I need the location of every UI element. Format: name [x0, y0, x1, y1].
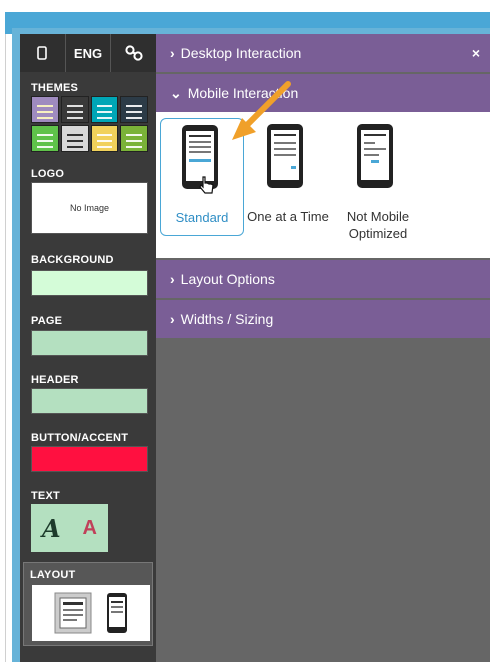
- layout-options-label: Layout Options: [180, 271, 275, 287]
- page-label: PAGE: [31, 315, 63, 327]
- header-label: HEADER: [31, 374, 79, 386]
- sans-font-glyph[interactable]: A: [83, 517, 97, 540]
- sidebar: ENG THEMES LOGO No Image BACKGROUND PAGE…: [20, 34, 157, 662]
- option-not-mobile-optimized-label: Not Mobile Optimized: [346, 209, 410, 241]
- layout-previews: [32, 585, 150, 641]
- tab-link[interactable]: [111, 34, 157, 72]
- theme-swatch[interactable]: [31, 96, 59, 123]
- theme-swatch[interactable]: [120, 125, 148, 152]
- chevron-right-icon: ›: [170, 311, 175, 327]
- sidebar-tabs: ENG: [20, 34, 157, 72]
- theme-swatch[interactable]: [90, 125, 119, 152]
- header-color-swatch[interactable]: [31, 388, 148, 414]
- desktop-interaction-label: Desktop Interaction: [180, 45, 302, 61]
- script-font-glyph[interactable]: A: [42, 514, 61, 543]
- link-icon: [125, 45, 143, 61]
- annotation-arrow: [232, 81, 291, 140]
- app-window: ENG THEMES LOGO No Image BACKGROUND PAGE…: [0, 0, 490, 662]
- settings-panel: › Desktop Interaction × ⌄ Mobile Interac…: [156, 34, 490, 662]
- theme-grid: [31, 96, 148, 152]
- desktop-interaction-header[interactable]: › Desktop Interaction ×: [156, 34, 490, 72]
- button-accent-label: BUTTON/ACCENT: [31, 432, 129, 444]
- not-optimized-phone-icon: [357, 124, 393, 188]
- layout-options-header[interactable]: › Layout Options: [156, 260, 490, 298]
- theme-swatch[interactable]: [120, 96, 148, 123]
- theme-swatch[interactable]: [60, 125, 89, 152]
- desktop-layout-icon[interactable]: [54, 592, 92, 634]
- layout-panel: LAYOUT: [23, 562, 153, 646]
- mobile-layout-icon[interactable]: [106, 592, 128, 634]
- option-standard-label: Standard: [175, 210, 229, 225]
- themes-label: THEMES: [31, 82, 79, 94]
- chevron-right-icon: ›: [170, 45, 175, 61]
- text-font-picker[interactable]: A A: [31, 504, 108, 552]
- logo-label: LOGO: [31, 168, 65, 180]
- option-not-mobile-optimized[interactable]: Not Mobile Optimized: [336, 118, 420, 241]
- button-accent-color-swatch[interactable]: [31, 446, 148, 472]
- theme-swatch[interactable]: [60, 96, 89, 123]
- background-label: BACKGROUND: [31, 254, 114, 266]
- background-color-swatch[interactable]: [31, 270, 148, 296]
- mobile-interaction-header[interactable]: ⌄ Mobile Interaction: [156, 74, 490, 112]
- logo-upload[interactable]: No Image: [31, 182, 148, 234]
- chevron-right-icon: ›: [170, 271, 175, 287]
- phone-icon: [37, 46, 48, 60]
- option-one-at-a-time-label: One at a Time: [247, 209, 329, 224]
- theme-swatch[interactable]: [31, 125, 59, 152]
- logo-placeholder: No Image: [69, 203, 110, 213]
- layout-label: LAYOUT: [30, 569, 76, 581]
- page-color-swatch[interactable]: [31, 330, 148, 356]
- tab-language-label: ENG: [73, 45, 103, 61]
- widths-sizing-header[interactable]: › Widths / Sizing: [156, 300, 490, 338]
- tab-mobile[interactable]: [20, 34, 66, 72]
- widths-sizing-label: Widths / Sizing: [180, 311, 274, 327]
- left-divider: [5, 34, 6, 662]
- close-icon[interactable]: ×: [472, 45, 480, 61]
- mobile-interaction-options: Standard One at a Time Not Mobile Optimi…: [156, 112, 490, 258]
- chevron-down-icon: ⌄: [170, 84, 182, 101]
- tab-language[interactable]: ENG: [65, 34, 112, 72]
- hand-cursor-icon: [199, 176, 214, 194]
- theme-swatch[interactable]: [90, 96, 119, 123]
- text-label: TEXT: [31, 490, 60, 502]
